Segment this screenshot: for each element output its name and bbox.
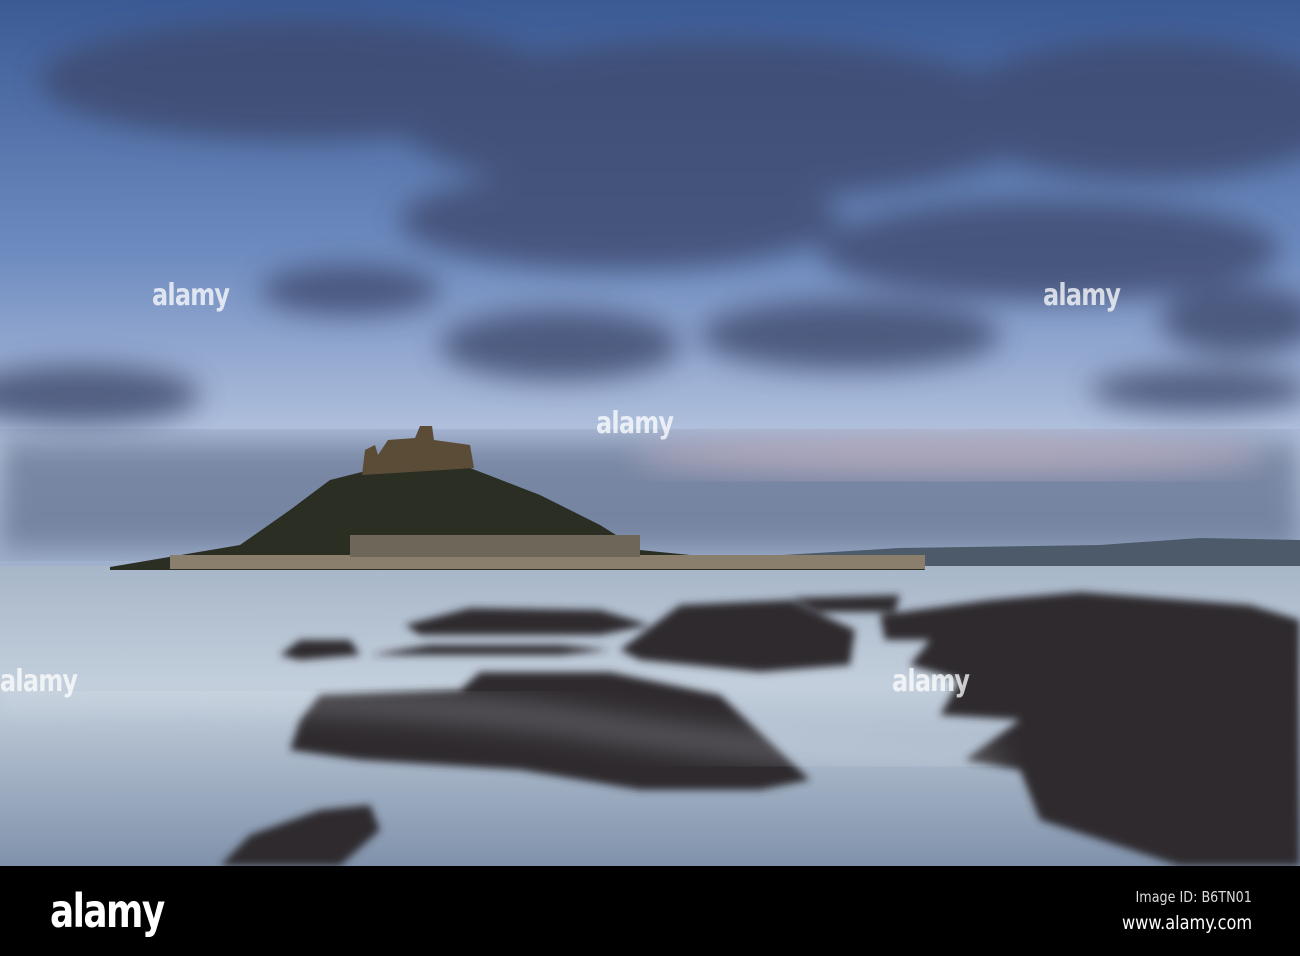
watermark: alamy bbox=[0, 664, 78, 699]
watermark: alamy bbox=[152, 278, 230, 313]
footer-bar: alamy Image ID: B6TN01 www.alamy.com bbox=[0, 866, 1300, 956]
village bbox=[350, 535, 640, 557]
harbour-wall bbox=[170, 555, 925, 569]
alamy-logo: alamy bbox=[50, 884, 165, 938]
website-link: www.alamy.com bbox=[1121, 912, 1252, 934]
watermark: alamy bbox=[596, 406, 674, 441]
watermark: alamy bbox=[1043, 278, 1121, 313]
watermark: alamy bbox=[892, 664, 970, 699]
image-id: Image ID: B6TN01 bbox=[1135, 888, 1252, 906]
